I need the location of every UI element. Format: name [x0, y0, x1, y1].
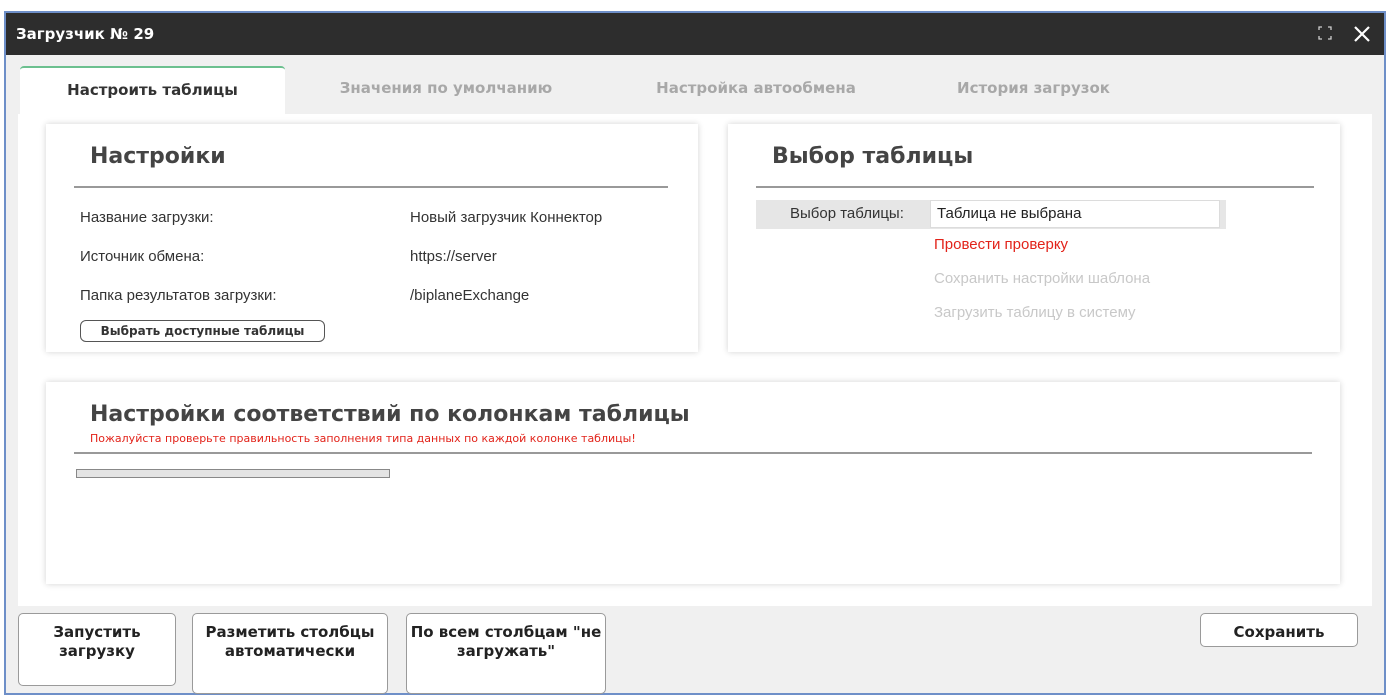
expand-icon[interactable]	[1318, 26, 1332, 40]
run-load-button[interactable]: Запустить загрузку	[18, 613, 176, 686]
load-name-label: Название загрузки:	[80, 209, 214, 226]
settings-panel: Настройки Название загрузки: Новый загру…	[46, 124, 698, 352]
title-bar: Загрузчик № 29	[6, 13, 1384, 55]
table-select-label: Выбор таблицы:	[790, 205, 904, 222]
upload-table-link: Загрузить таблицу в систему	[934, 304, 1136, 321]
table-select-title: Выбор таблицы	[772, 144, 974, 169]
results-folder-label: Папка результатов загрузки:	[80, 287, 277, 304]
column-mapping-scrollbar[interactable]	[76, 469, 390, 478]
column-mapping-divider	[74, 452, 1312, 454]
close-icon[interactable]	[1352, 24, 1372, 44]
settings-title: Настройки	[90, 144, 226, 169]
window-title: Загрузчик № 29	[16, 25, 155, 43]
auto-mark-columns-button[interactable]: Разметить столбцы автоматически	[192, 613, 388, 694]
exchange-source-label: Источник обмена:	[80, 248, 205, 265]
column-mapping-warning: Пожалуйста проверьте правильность заполн…	[90, 432, 636, 445]
results-folder-value: /biplaneExchange	[410, 287, 530, 304]
save-button[interactable]: Сохранить	[1200, 613, 1358, 647]
table-select-field[interactable]: Таблица не выбрана	[930, 200, 1220, 228]
load-name-value: Новый загрузчик Коннектор	[410, 209, 603, 226]
tab-configure-tables[interactable]: Настроить таблицы	[20, 66, 285, 114]
save-template-link: Сохранить настройки шаблона	[934, 270, 1151, 287]
table-select-divider	[756, 186, 1314, 188]
exchange-source-value: https://server	[410, 248, 497, 265]
skip-all-columns-button[interactable]: По всем столбцам "не загружать"	[406, 613, 606, 694]
tab-autoexchange-settings[interactable]: Настройка автообмена	[606, 66, 906, 114]
tab-default-values[interactable]: Значения по умолчанию	[286, 66, 606, 114]
tab-bar: Настроить таблицы Значения по умолчанию …	[18, 66, 1372, 116]
settings-divider	[74, 186, 668, 188]
column-mapping-title: Настройки соответствий по колонкам табли…	[90, 402, 690, 427]
loader-window: Загрузчик № 29 Настроить таблицы Значени…	[4, 11, 1386, 695]
table-select-panel: Выбор таблицы Выбор таблицы: Таблица не …	[728, 124, 1340, 352]
run-check-link[interactable]: Провести проверку	[934, 236, 1068, 253]
tab-content: Настройки Название загрузки: Новый загру…	[18, 114, 1372, 606]
table-select-row: Выбор таблицы: Таблица не выбрана	[756, 200, 1226, 229]
column-mapping-panel: Настройки соответствий по колонкам табли…	[46, 382, 1340, 584]
choose-tables-button[interactable]: Выбрать доступные таблицы	[80, 320, 325, 342]
tab-load-history[interactable]: История загрузок	[906, 66, 1161, 114]
